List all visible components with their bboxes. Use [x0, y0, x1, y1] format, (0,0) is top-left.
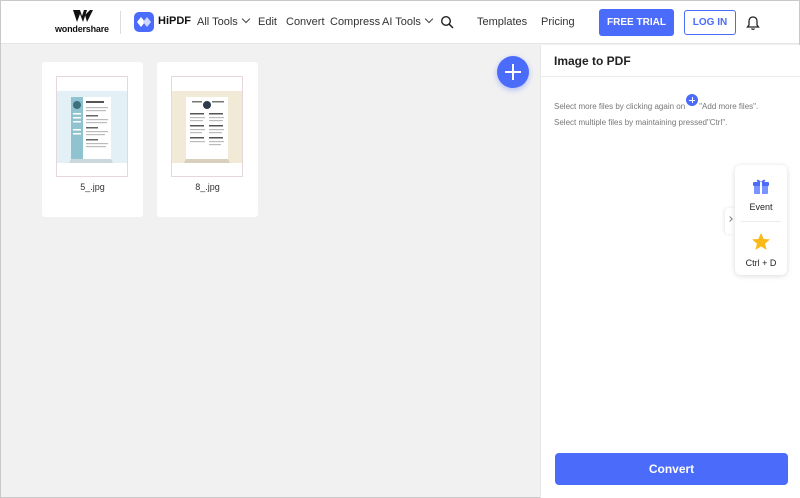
panel-header: Image to PDF	[541, 45, 800, 77]
nav-convert[interactable]: Convert	[286, 16, 325, 28]
file-card[interactable]: 8_.jpg	[157, 62, 258, 217]
search-icon[interactable]	[440, 15, 454, 29]
event-label: Event	[749, 202, 773, 212]
wondershare-mark-icon	[73, 10, 93, 22]
wondershare-wordmark: wondershare	[55, 24, 109, 34]
top-header: wondershare HiPDF All Tools Edit Convert…	[1, 1, 799, 44]
bell-icon[interactable]	[746, 15, 760, 31]
wondershare-logo[interactable]: wondershare	[55, 9, 111, 37]
hint-add-more: Select more files by clicking again on "A…	[554, 94, 758, 111]
nav-edit[interactable]: Edit	[258, 16, 277, 28]
free-trial-button[interactable]: FREE TRIAL	[599, 9, 674, 36]
hint-multi-select: Select multiple files by maintaining pre…	[554, 118, 728, 127]
star-icon	[752, 233, 770, 250]
nav-compress[interactable]: Compress	[330, 16, 380, 28]
resume-preview-1	[57, 91, 127, 163]
plus-icon	[686, 94, 699, 106]
chevron-down-icon	[241, 14, 251, 24]
nav-pricing[interactable]: Pricing	[541, 16, 575, 28]
file-name: 8_.jpg	[195, 182, 220, 192]
hipdf-product-name[interactable]: HiPDF	[158, 15, 191, 27]
convert-button[interactable]: Convert	[555, 453, 788, 485]
file-card[interactable]: 5_.jpg	[42, 62, 143, 217]
resume-preview-2	[172, 91, 242, 163]
chevron-down-icon	[424, 14, 434, 24]
chevron-right-icon	[727, 216, 733, 222]
widget-divider	[741, 221, 781, 222]
header-divider	[120, 11, 121, 34]
file-thumbnail	[56, 76, 128, 177]
file-thumbnail	[171, 76, 243, 177]
panel-title: Image to PDF	[554, 54, 631, 68]
login-button[interactable]: LOG IN	[684, 10, 736, 35]
gift-icon	[753, 179, 769, 194]
hipdf-logo-icon[interactable]	[134, 12, 154, 32]
nav-templates[interactable]: Templates	[477, 16, 527, 28]
floating-widget: Event Ctrl + D	[735, 165, 787, 275]
add-files-button[interactable]	[497, 56, 529, 88]
widget-collapse-tab[interactable]	[725, 208, 735, 234]
nav-ai-tools[interactable]: AI Tools	[382, 14, 434, 28]
file-name: 5_.jpg	[80, 182, 105, 192]
nav-all-tools[interactable]: All Tools	[197, 14, 251, 28]
bookmark-label: Ctrl + D	[745, 258, 777, 268]
